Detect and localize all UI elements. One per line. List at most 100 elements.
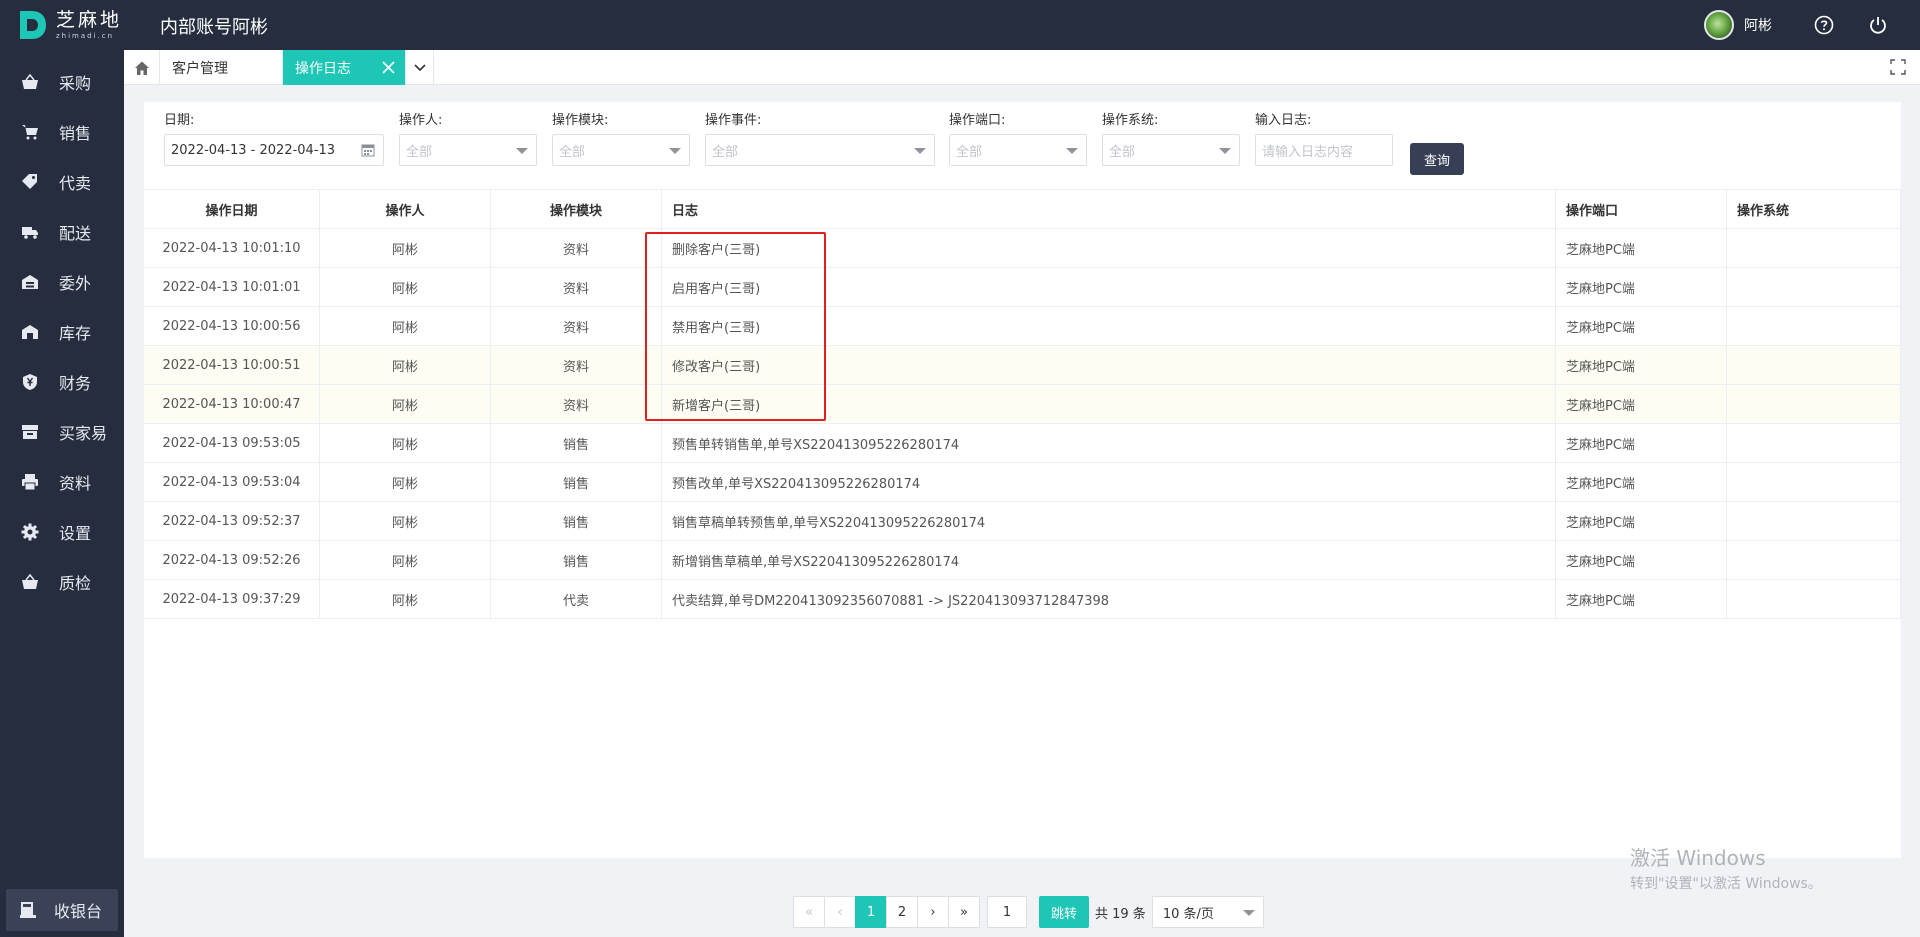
query-button[interactable]: 查询 bbox=[1410, 143, 1464, 175]
help-circle-icon[interactable] bbox=[1812, 13, 1836, 37]
cell-port: 芝麻地PC端 bbox=[1556, 580, 1727, 618]
log-table: 操作日期 操作人 操作模块 日志 操作端口 操作系统 2022-04-13 10… bbox=[144, 189, 1901, 619]
caret-down-icon bbox=[516, 148, 528, 154]
sidebar-item-delivery[interactable]: 配送 bbox=[0, 207, 124, 257]
sidebar: 采购 销售 代卖 配送 委外 库存 财务 买家易 资料 设置 质检 收银台 bbox=[0, 50, 124, 937]
table-header: 操作日期 操作人 操作模块 日志 操作端口 操作系统 bbox=[144, 190, 1901, 229]
cell-log: 删除客户(三哥) bbox=[662, 229, 1556, 267]
event-select[interactable]: 全部 bbox=[705, 134, 935, 166]
avatar[interactable] bbox=[1704, 10, 1734, 40]
table-row[interactable]: 2022-04-13 09:53:05 阿彬 销售 预售单转销售单,单号XS22041… bbox=[144, 424, 1901, 463]
sidebar-item-quality[interactable]: 质检 bbox=[0, 557, 124, 607]
fullscreen-icon[interactable] bbox=[1890, 59, 1906, 75]
sidebar-item-purchase[interactable]: 采购 bbox=[0, 57, 124, 107]
tab-label: 操作日志 bbox=[295, 60, 351, 77]
operator-select[interactable]: 全部 bbox=[399, 134, 537, 166]
col-header-log[interactable]: 日志 bbox=[662, 190, 1556, 228]
col-header-operator[interactable]: 操作人 bbox=[320, 190, 491, 228]
cashier-button[interactable]: 收银台 bbox=[6, 889, 118, 931]
page-button-2[interactable]: 2 bbox=[886, 896, 918, 928]
system-label: 操作系统: bbox=[1102, 113, 1159, 128]
last-page-button[interactable]: » bbox=[948, 896, 980, 928]
chevron-down-icon[interactable] bbox=[406, 50, 434, 85]
cell-log: 新增销售草稿单,单号XS220413095226280174 bbox=[662, 541, 1556, 579]
jump-button[interactable]: 跳转 bbox=[1039, 896, 1089, 928]
page-size-value: 10 条/页 bbox=[1162, 906, 1214, 922]
cashier-label: 收银台 bbox=[54, 902, 103, 921]
sidebar-item-data[interactable]: 资料 bbox=[0, 457, 124, 507]
cell-date: 2022-04-13 10:00:51 bbox=[144, 346, 320, 384]
cell-system bbox=[1727, 502, 1901, 540]
table-row[interactable]: 2022-04-13 09:52:37 阿彬 销售 销售草稿单转预售单,单号XS220… bbox=[144, 502, 1901, 541]
col-header-module[interactable]: 操作模块 bbox=[491, 190, 662, 228]
next-page-button[interactable]: › bbox=[917, 896, 949, 928]
operator-filter: 操作人: 全部 bbox=[399, 110, 537, 166]
date-range-value: 2022-04-13 - 2022-04-13 bbox=[171, 142, 336, 158]
cell-module: 资料 bbox=[491, 346, 662, 384]
system-value: 全部 bbox=[1109, 144, 1136, 160]
logo-icon bbox=[20, 11, 46, 39]
logo[interactable]: 芝麻地 zhimadi.cn bbox=[18, 9, 122, 41]
system-select[interactable]: 全部 bbox=[1102, 134, 1240, 166]
cell-port: 芝麻地PC端 bbox=[1556, 268, 1727, 306]
col-header-port[interactable]: 操作端口 bbox=[1556, 190, 1727, 228]
cell-port: 芝麻地PC端 bbox=[1556, 541, 1727, 579]
port-select[interactable]: 全部 bbox=[949, 134, 1087, 166]
sidebar-item-settings[interactable]: 设置 bbox=[0, 507, 124, 557]
sidebar-item-label: 设置 bbox=[59, 524, 92, 543]
cell-operator: 阿彬 bbox=[320, 463, 491, 501]
cell-module: 代卖 bbox=[491, 580, 662, 618]
cart-icon bbox=[20, 122, 40, 142]
close-icon[interactable] bbox=[382, 61, 395, 74]
log-search-input[interactable]: 请输入日志内容 bbox=[1255, 134, 1393, 166]
logo-text: 芝麻地 bbox=[56, 8, 123, 31]
cell-system bbox=[1727, 268, 1901, 306]
date-range-input[interactable]: 2022-04-13 - 2022-04-13 bbox=[164, 134, 384, 166]
cell-system bbox=[1727, 346, 1901, 384]
col-header-date[interactable]: 操作日期 bbox=[144, 190, 320, 228]
cell-system bbox=[1727, 424, 1901, 462]
printer-icon bbox=[20, 472, 40, 492]
page-size-select[interactable]: 10 条/页 bbox=[1151, 896, 1264, 928]
table-row[interactable]: 2022-04-13 10:00:51 阿彬 资料 修改客户(三哥) 芝麻地PC端 bbox=[144, 346, 1901, 385]
table-row[interactable]: 2022-04-13 10:01:01 阿彬 资料 启用客户(三哥) 芝麻地PC端 bbox=[144, 268, 1901, 307]
sidebar-item-outsource[interactable]: 委外 bbox=[0, 257, 124, 307]
port-value: 全部 bbox=[956, 144, 983, 160]
page-button-1[interactable]: 1 bbox=[855, 896, 887, 928]
home-icon[interactable] bbox=[124, 50, 160, 85]
table-row[interactable]: 2022-04-13 09:37:29 阿彬 代卖 代卖结算,单号DM22041309… bbox=[144, 580, 1901, 619]
event-label: 操作事件: bbox=[705, 113, 762, 128]
table-row[interactable]: 2022-04-13 10:00:47 阿彬 资料 新增客户(三哥) 芝麻地PC端 bbox=[144, 385, 1901, 424]
sidebar-item-sales[interactable]: 销售 bbox=[0, 107, 124, 157]
cell-date: 2022-04-13 10:00:47 bbox=[144, 385, 320, 423]
sidebar-item-label: 销售 bbox=[59, 124, 92, 143]
first-page-button[interactable]: « bbox=[793, 896, 825, 928]
sidebar-item-buyer[interactable]: 买家易 bbox=[0, 407, 124, 457]
table-row[interactable]: 2022-04-13 09:53:04 阿彬 销售 预售改单,单号XS22041309… bbox=[144, 463, 1901, 502]
sidebar-item-consign[interactable]: 代卖 bbox=[0, 157, 124, 207]
tab-customer-management[interactable]: 客户管理 bbox=[160, 50, 283, 85]
col-header-system[interactable]: 操作系统 bbox=[1727, 190, 1901, 228]
caret-down-icon bbox=[1242, 910, 1255, 916]
table-row[interactable]: 2022-04-13 10:00:56 阿彬 资料 禁用客户(三哥) 芝麻地PC端 bbox=[144, 307, 1901, 346]
event-filter: 操作事件: 全部 bbox=[705, 110, 935, 166]
cell-port: 芝麻地PC端 bbox=[1556, 502, 1727, 540]
module-select[interactable]: 全部 bbox=[552, 134, 690, 166]
table-row[interactable]: 2022-04-13 09:52:26 阿彬 销售 新增销售草稿单,单号XS22041… bbox=[144, 541, 1901, 580]
cell-date: 2022-04-13 10:01:01 bbox=[144, 268, 320, 306]
sidebar-item-inventory[interactable]: 库存 bbox=[0, 307, 124, 357]
cell-date: 2022-04-13 09:37:29 bbox=[144, 580, 320, 618]
windows-activation-watermark: 激活 Windows 转到"设置"以激活 Windows。 bbox=[1630, 842, 1822, 893]
table-row[interactable]: 2022-04-13 10:01:10 阿彬 资料 删除客户(三哥) 芝麻地PC端 bbox=[144, 229, 1901, 268]
power-icon[interactable] bbox=[1866, 13, 1890, 37]
cell-log: 新增客户(三哥) bbox=[662, 385, 1556, 423]
cell-system bbox=[1727, 580, 1901, 618]
tab-operation-log[interactable]: 操作日志 bbox=[283, 50, 406, 85]
cell-system bbox=[1727, 307, 1901, 345]
prev-page-button[interactable]: ‹ bbox=[824, 896, 856, 928]
sidebar-item-finance[interactable]: 财务 bbox=[0, 357, 124, 407]
cell-port: 芝麻地PC端 bbox=[1556, 346, 1727, 384]
user-name[interactable]: 阿彬 bbox=[1744, 15, 1772, 35]
cell-operator: 阿彬 bbox=[320, 346, 491, 384]
jump-page-input[interactable]: 1 bbox=[987, 896, 1027, 928]
